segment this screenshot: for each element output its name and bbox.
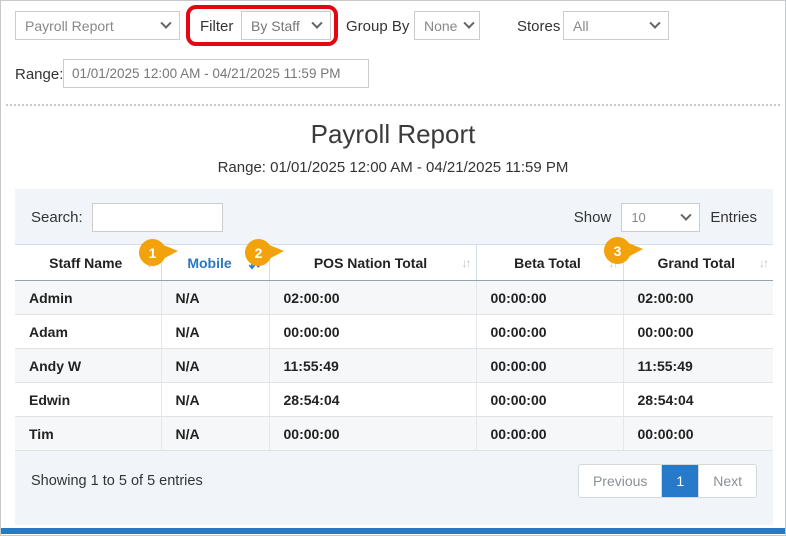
payroll-report-window: Payroll Report Filter By Staff Group By …	[0, 0, 786, 536]
group-by-select[interactable]: None	[414, 11, 480, 40]
cell-beta-total: 00:00:00	[476, 382, 624, 417]
cell-pos-nation-total: 11:55:49	[269, 348, 477, 383]
annotation-badge-1: 1	[139, 239, 183, 267]
cell-grand-total: 11:55:49	[623, 348, 773, 383]
search-input[interactable]	[91, 203, 223, 232]
chevron-down-icon	[160, 17, 172, 29]
report-type-select[interactable]: Payroll Report	[15, 11, 180, 40]
table-controls-row: Search: Show 10 Entries	[15, 189, 773, 244]
cell-staff-name: Adam	[15, 314, 162, 349]
table-row: Adam N/A 00:00:00 00:00:00 00:00:00	[15, 314, 773, 349]
cell-mobile: N/A	[161, 382, 270, 417]
table-row: Edwin N/A 28:54:04 00:00:00 28:54:04	[15, 382, 773, 417]
report-type-value: Payroll Report	[25, 17, 114, 34]
filter-select[interactable]: By Staff	[241, 11, 331, 40]
filter-label: Filter	[200, 18, 234, 35]
cell-mobile: N/A	[161, 416, 270, 451]
page-1-button[interactable]: 1	[662, 465, 699, 497]
next-page-button[interactable]: Next	[698, 465, 756, 497]
show-label: Show	[573, 209, 612, 226]
table-header-row: Staff Name ↓↑ Mobile	[15, 244, 773, 281]
cell-pos-nation-total: 28:54:04	[269, 382, 477, 417]
search-label: Search:	[31, 209, 83, 226]
pagination: Previous 1 Next	[577, 464, 757, 498]
page-title: Payroll Report	[310, 119, 476, 149]
chevron-down-icon	[649, 17, 661, 29]
cell-staff-name: Admin	[15, 280, 162, 315]
cell-grand-total: 02:00:00	[623, 280, 773, 315]
cell-staff-name: Andy W	[15, 348, 162, 383]
table-footer: Showing 1 to 5 of 5 entries Previous 1 N…	[15, 451, 773, 511]
page-size-select[interactable]: 10	[621, 203, 701, 232]
cell-staff-name: Edwin	[15, 382, 162, 417]
payroll-table: Staff Name ↓↑ Mobile	[15, 244, 773, 451]
group-by-value: None	[424, 17, 458, 34]
cell-pos-nation-total: 00:00:00	[269, 416, 477, 451]
cell-pos-nation-total: 02:00:00	[269, 280, 477, 315]
cell-mobile: N/A	[161, 348, 270, 383]
column-header-beta-total[interactable]: Beta Total ↓↑	[476, 244, 624, 281]
page-subtitle: Range: 01/01/2025 12:00 AM - 04/21/2025 …	[217, 159, 569, 176]
table-row: Admin N/A 02:00:00 00:00:00 02:00:00	[15, 280, 773, 315]
cell-beta-total: 00:00:00	[476, 280, 624, 315]
annotation-badge-2: 2	[245, 239, 289, 267]
sort-icon: ↓↑	[759, 255, 769, 270]
cell-grand-total: 00:00:00	[623, 314, 773, 349]
annotation-badge-3: 3	[604, 237, 648, 265]
chevron-down-icon	[311, 17, 323, 29]
cell-mobile: N/A	[161, 314, 270, 349]
group-by-label: Group By	[346, 18, 410, 35]
cell-pos-nation-total: 00:00:00	[269, 314, 477, 349]
range-input[interactable]	[63, 59, 369, 88]
bottom-accent-bar	[1, 528, 785, 534]
cell-staff-name: Tim	[15, 416, 162, 451]
cell-grand-total: 00:00:00	[623, 416, 773, 451]
report-card: Search: Show 10 Entries Staff Name Mobil…	[15, 189, 773, 525]
filter-value: By Staff	[251, 17, 300, 34]
page-size-value: 10	[631, 210, 646, 225]
table-row: Tim N/A 00:00:00 00:00:00 00:00:00	[15, 416, 773, 451]
stores-value: All	[573, 17, 589, 34]
cell-beta-total: 00:00:00	[476, 348, 624, 383]
stores-select[interactable]: All	[563, 11, 669, 40]
chevron-down-icon	[680, 209, 692, 221]
table-row: Andy W N/A 11:55:49 00:00:00 11:55:49	[15, 348, 773, 383]
chevron-down-icon	[463, 17, 476, 29]
cell-grand-total: 28:54:04	[623, 382, 773, 417]
column-header-pos-nation-total[interactable]: POS Nation Total ↓↑	[269, 244, 477, 281]
entries-label: Entries	[710, 209, 757, 226]
sort-icon: ↓↑	[461, 255, 472, 270]
range-label: Range:	[15, 66, 64, 83]
stores-label: Stores	[517, 18, 561, 35]
entries-status: Showing 1 to 5 of 5 entries	[31, 473, 203, 489]
previous-page-button[interactable]: Previous	[578, 465, 663, 497]
divider	[6, 104, 780, 106]
cell-mobile: N/A	[161, 280, 270, 315]
cell-beta-total: 00:00:00	[476, 416, 624, 451]
cell-beta-total: 00:00:00	[476, 314, 624, 349]
